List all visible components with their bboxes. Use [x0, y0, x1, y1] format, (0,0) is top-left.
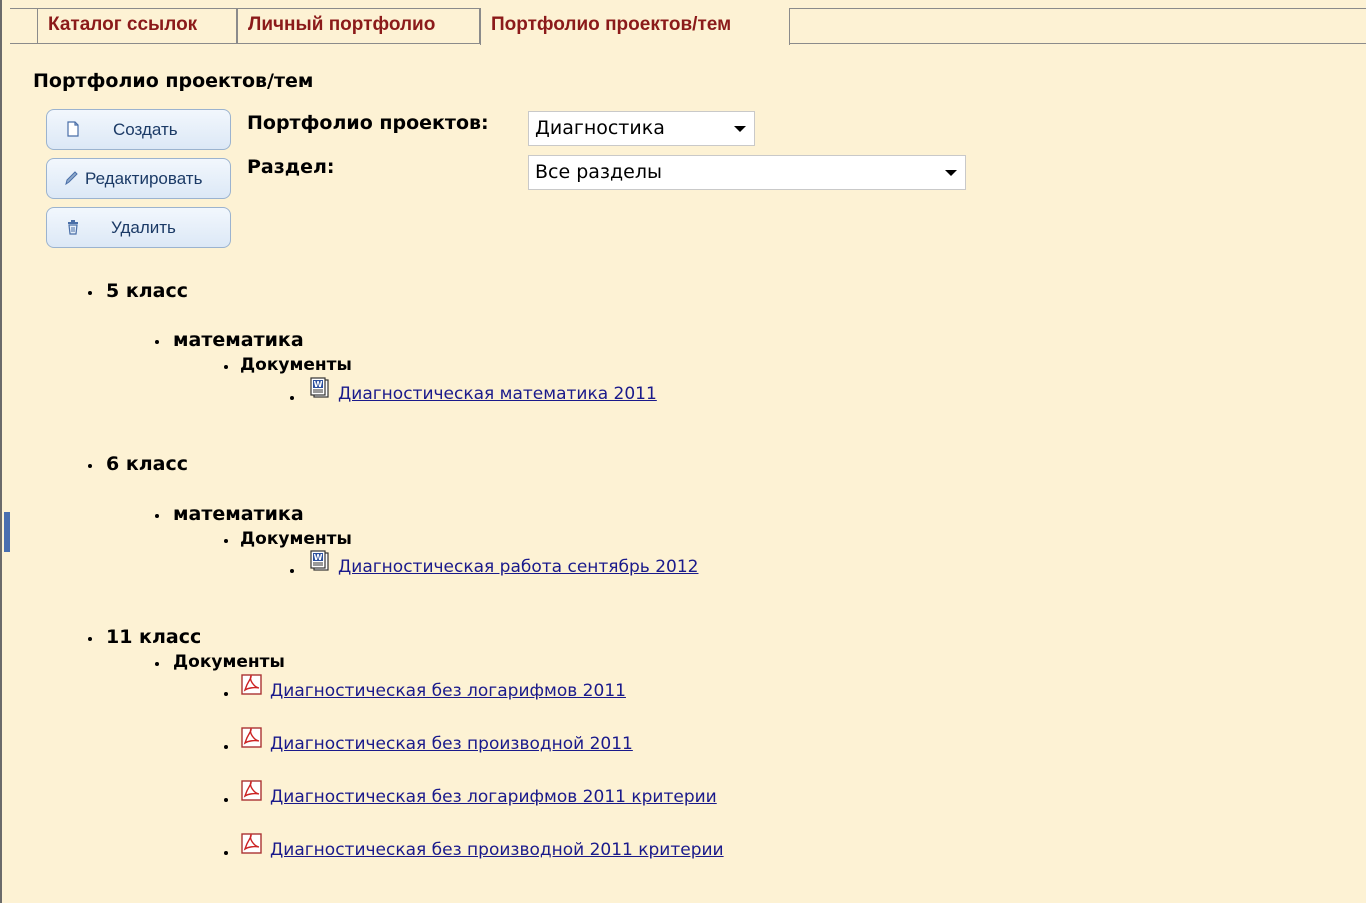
portfolio-select[interactable]: Диагностика: [528, 111, 755, 146]
document-link[interactable]: Диагностическая без логарифмов 2011 крит…: [270, 787, 717, 807]
delete-button-label: Удалить: [111, 218, 176, 237]
tab-label: Портфолио проектов/тем: [491, 14, 732, 35]
bullet: [155, 514, 159, 518]
subject-label: математика: [173, 503, 304, 525]
bullet: [88, 291, 92, 295]
bullet: [224, 365, 228, 369]
folder-documents-label: Документы: [240, 529, 352, 549]
folder-documents-label: Документы: [173, 652, 285, 672]
bullet: [224, 851, 228, 855]
svg-text:W: W: [314, 553, 323, 562]
grade-11-label: 11 класс: [106, 626, 202, 648]
trash-icon: [68, 220, 78, 235]
bullet: [290, 396, 294, 400]
page-title: Портфолио проектов/тем: [33, 70, 314, 92]
pdf-doc-icon: [241, 727, 262, 748]
bullet: [224, 745, 228, 749]
tab-link-catalog[interactable]: Каталог ссылок: [37, 8, 237, 44]
pdf-doc-icon: [241, 833, 262, 854]
new-document-icon: [67, 121, 79, 137]
chevron-down-icon: [734, 126, 746, 132]
section-select[interactable]: Все разделы: [528, 155, 966, 190]
bullet: [224, 539, 228, 543]
scroll-marker[interactable]: [4, 512, 10, 552]
pencil-icon: [65, 171, 78, 186]
document-link[interactable]: Диагностическая без производной 2011: [270, 734, 633, 754]
bullet: [224, 798, 228, 802]
bullet: [88, 464, 92, 468]
word-doc-icon: W: [310, 550, 329, 571]
portfolio-select-value: Диагностика: [535, 117, 665, 139]
create-button[interactable]: Создать: [46, 109, 231, 150]
svg-text:W: W: [314, 380, 323, 389]
section-label: Раздел:: [247, 156, 335, 178]
create-button-label: Создать: [113, 120, 178, 139]
tab-project-portfolio[interactable]: Портфолио проектов/тем: [480, 8, 790, 45]
tab-bar: Каталог ссылок Личный портфолио Портфоли…: [10, 8, 1366, 45]
grade-6-label: 6 класс: [106, 453, 188, 475]
grade-5-label: 5 класс: [106, 280, 188, 302]
chevron-down-icon: [945, 170, 957, 176]
document-link[interactable]: Диагностическая работа сентябрь 2012: [338, 557, 699, 577]
bullet: [155, 662, 159, 666]
pdf-doc-icon: [241, 674, 262, 695]
bullet: [290, 569, 294, 573]
document-link[interactable]: Диагностическая математика 2011: [338, 384, 657, 404]
section-select-value: Все разделы: [535, 161, 662, 183]
word-doc-icon: W: [310, 377, 329, 398]
pdf-doc-icon: [241, 780, 262, 801]
folder-documents-label: Документы: [240, 355, 352, 375]
edit-button-label: Редактировать: [85, 169, 203, 188]
portfolio-label: Портфолио проектов:: [247, 112, 489, 134]
tab-personal-portfolio[interactable]: Личный портфолио: [237, 8, 480, 44]
tab-label: Личный портфолио: [248, 14, 436, 35]
bullet: [88, 637, 92, 641]
subject-label: математика: [173, 329, 304, 351]
edit-button[interactable]: Редактировать: [46, 158, 231, 199]
delete-button[interactable]: Удалить: [46, 207, 231, 248]
tab-label: Каталог ссылок: [48, 14, 198, 35]
document-link[interactable]: Диагностическая без производной 2011 кри…: [270, 840, 724, 860]
bullet: [155, 340, 159, 344]
bullet: [224, 692, 228, 696]
document-link[interactable]: Диагностическая без логарифмов 2011: [270, 681, 626, 701]
